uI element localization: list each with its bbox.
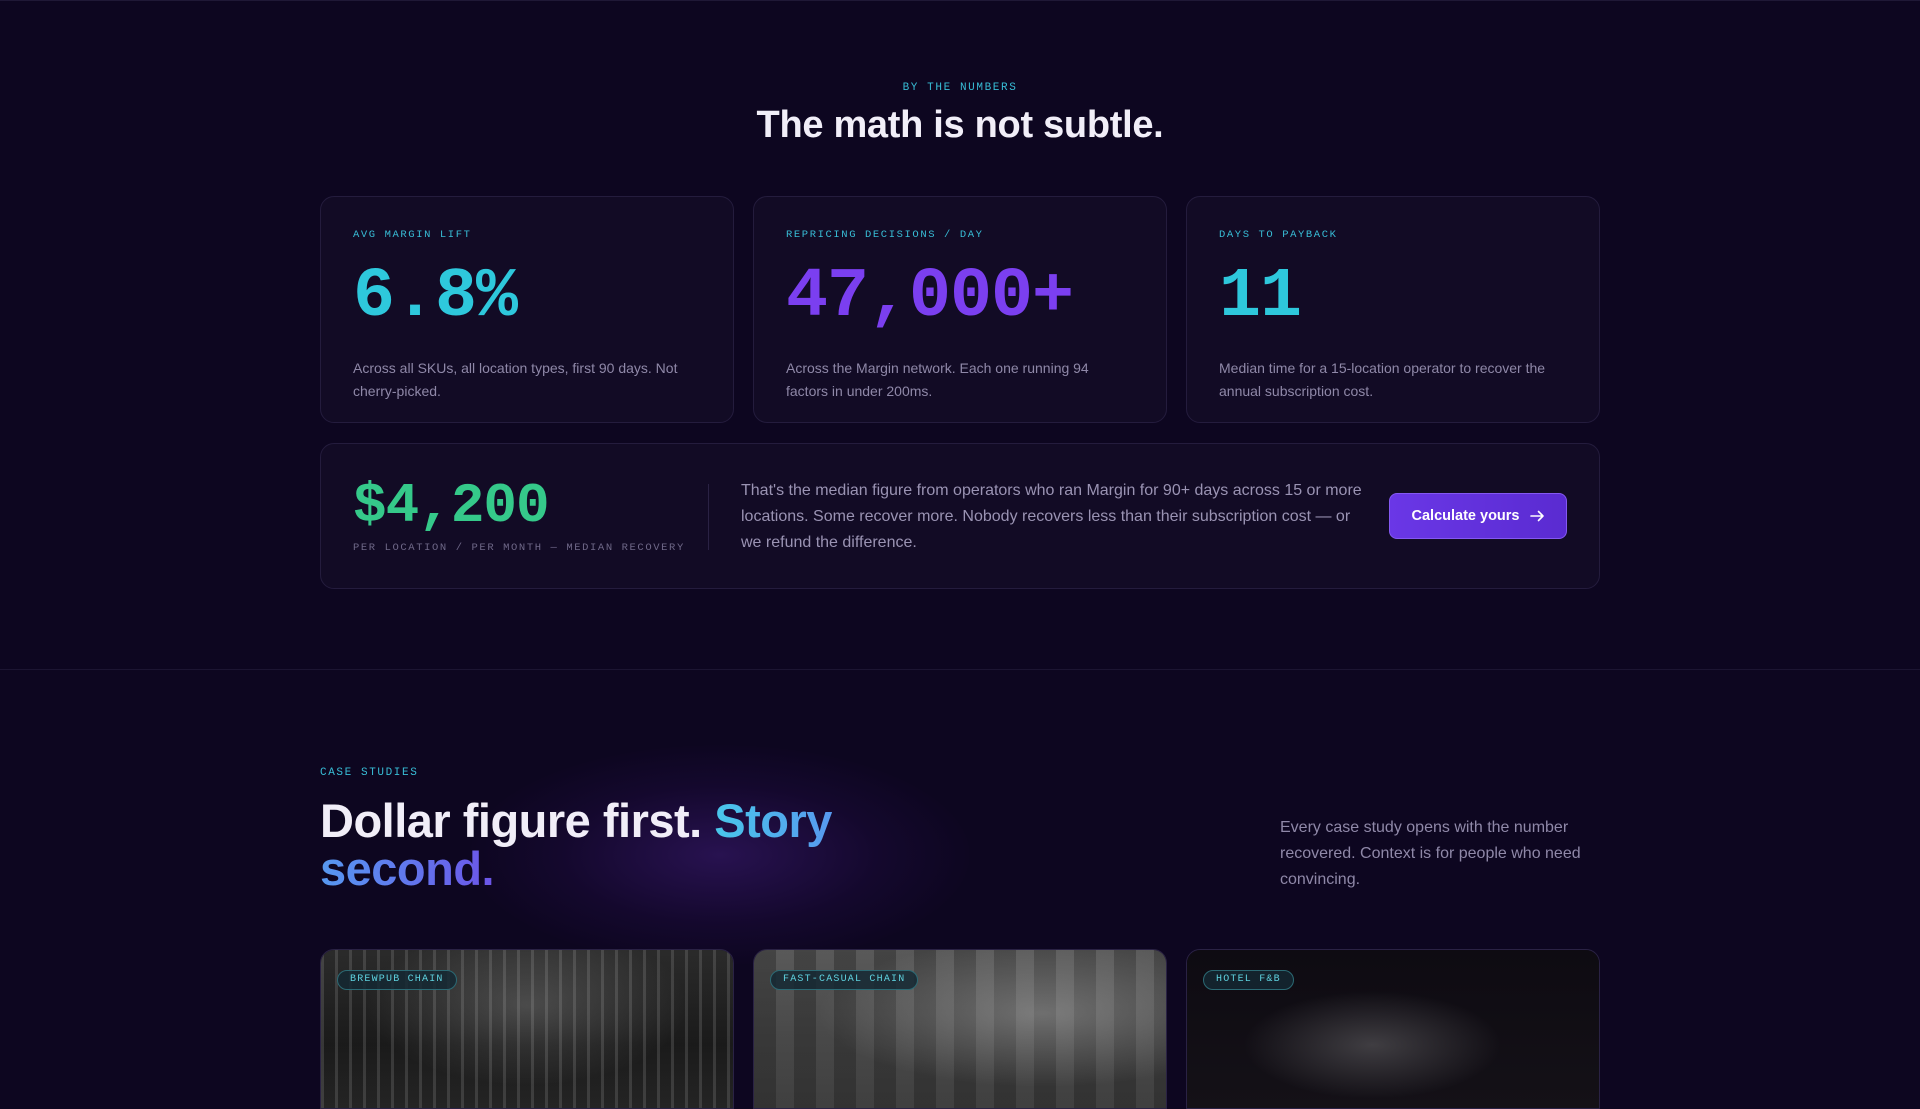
title-plain: Dollar figure first. bbox=[320, 794, 715, 847]
numbers-section: BY THE NUMBERS The math is not subtle. A… bbox=[0, 0, 1920, 670]
stat-description: Across all SKUs, all location types, fir… bbox=[353, 360, 678, 399]
case-tag: FAST-CASUAL CHAIN bbox=[770, 970, 919, 990]
recovery-sublabel: PER LOCATION / PER MONTH — MEDIAN RECOVE… bbox=[353, 542, 685, 554]
stat-label: REPRICING DECISIONS / DAY bbox=[786, 229, 984, 241]
stat-value: 6.8% bbox=[353, 258, 518, 337]
case-tag: BREWPUB CHAIN bbox=[337, 970, 457, 990]
stat-card-margin-lift: AVG MARGIN LIFT 6.8% Across all SKUs, al… bbox=[320, 196, 734, 423]
stat-value: 47,000+ bbox=[786, 258, 1074, 337]
recovery-banner: $4,200 PER LOCATION / PER MONTH — MEDIAN… bbox=[320, 443, 1600, 589]
recovery-text: That's the median figure from operators … bbox=[741, 482, 1362, 551]
case-card-fast-casual[interactable]: FAST-CASUAL CHAIN bbox=[753, 949, 1167, 1109]
recovery-value: $4,200 bbox=[353, 474, 550, 538]
case-studies-eyebrow: CASE STUDIES bbox=[320, 767, 419, 779]
numbers-title: The math is not subtle. bbox=[756, 104, 1164, 146]
arrow-right-icon bbox=[1529, 510, 1544, 522]
case-tag: HOTEL F&B bbox=[1203, 970, 1294, 990]
stat-value: 11 bbox=[1219, 258, 1302, 337]
case-card-brewpub[interactable]: BREWPUB CHAIN bbox=[320, 949, 734, 1109]
stat-card-payback: DAYS TO PAYBACK 11 Median time for a 15-… bbox=[1186, 196, 1600, 423]
stat-label: DAYS TO PAYBACK bbox=[1219, 229, 1338, 241]
stat-label: AVG MARGIN LIFT bbox=[353, 229, 472, 241]
case-studies-side-text: Every case study opens with the number r… bbox=[1280, 819, 1581, 888]
calculate-button-label: Calculate yours bbox=[1411, 508, 1520, 524]
case-card-hotel[interactable]: HOTEL F&B bbox=[1186, 949, 1600, 1109]
calculate-button[interactable]: Calculate yours bbox=[1389, 493, 1567, 539]
numbers-eyebrow: BY THE NUMBERS bbox=[902, 82, 1018, 94]
stat-card-repricing: REPRICING DECISIONS / DAY 47,000+ Across… bbox=[753, 196, 1167, 423]
stat-description: Across the Margin network. Each one runn… bbox=[786, 360, 1089, 399]
case-studies-title: Dollar figure first. Story second. bbox=[320, 797, 940, 893]
recovery-divider bbox=[708, 484, 709, 550]
stat-description: Median time for a 15-location operator t… bbox=[1219, 360, 1546, 399]
